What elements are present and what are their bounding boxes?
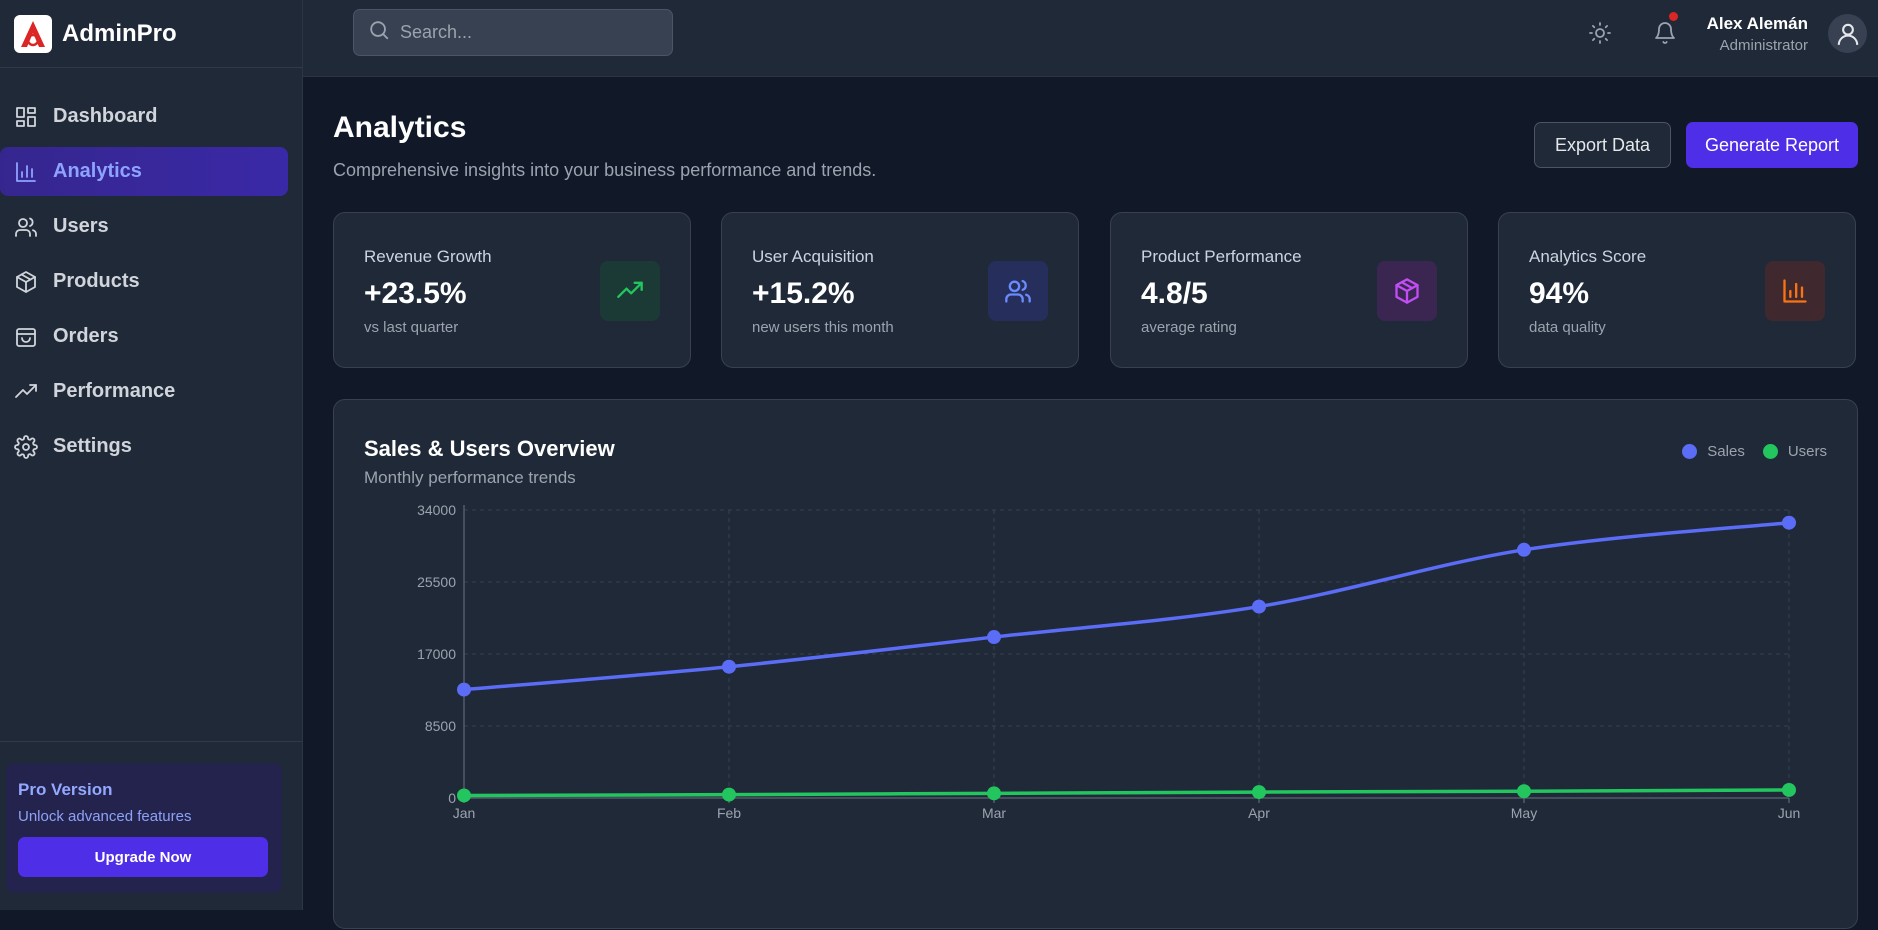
stat-card-revenue-growth: Revenue Growth +23.5% vs last quarter [333, 212, 691, 368]
notification-badge [1669, 12, 1678, 21]
data-point-users [987, 786, 1001, 801]
search-input[interactable] [400, 22, 660, 43]
page-subtitle: Comprehensive insights into your busines… [333, 160, 877, 180]
x-tick-label: Jan [453, 805, 476, 821]
user-role: Administrator [1719, 37, 1808, 54]
data-point-sales [1517, 542, 1531, 557]
y-tick-label: 0 [448, 790, 456, 806]
y-tick-label: 34000 [417, 502, 456, 518]
trending-up-icon [600, 261, 660, 321]
export-data-button[interactable]: Export Data [1534, 122, 1671, 168]
x-tick-label: Apr [1248, 805, 1270, 821]
data-point-sales [987, 630, 1001, 645]
data-point-users [722, 787, 736, 802]
x-tick-label: Mar [982, 805, 1006, 821]
sidebar-item-orders[interactable]: Orders [0, 312, 288, 361]
stat-card-product-performance: Product Performance 4.8/5 average rating [1110, 212, 1468, 368]
sidebar-item-label: Users [53, 215, 109, 237]
notification-bell-icon[interactable] [1650, 12, 1680, 48]
main-content: Analytics Comprehensive insights into yo… [303, 77, 1878, 929]
users-icon [13, 214, 39, 240]
avatar[interactable] [1828, 14, 1867, 53]
pro-title: Pro Version [18, 780, 113, 799]
bar-chart-icon [13, 159, 39, 185]
pro-version-card: Pro Version Unlock advanced features Upg… [6, 763, 282, 893]
data-point-users [1517, 784, 1531, 799]
sidebar-item-dashboard[interactable]: Dashboard [0, 92, 288, 141]
stat-note: new users this month [752, 319, 894, 336]
sidebar-item-label: Products [53, 270, 140, 292]
stat-card-user-acquisition: User Acquisition +15.2% new users this m… [721, 212, 1079, 368]
y-tick-label: 25500 [417, 574, 456, 590]
sidebar-item-label: Dashboard [53, 105, 158, 127]
box-icon [1377, 261, 1437, 321]
brand[interactable]: AdminPro [0, 0, 302, 68]
data-point-users [1252, 785, 1266, 800]
x-tick-label: Jun [1778, 805, 1801, 821]
trending-up-icon [13, 379, 39, 405]
sidebar-item-performance[interactable]: Performance [0, 367, 288, 416]
sidebar-nav: Dashboard Analytics Users Products Order… [0, 68, 302, 471]
y-tick-label: 8500 [425, 718, 456, 734]
data-point-users [457, 788, 471, 803]
search-icon [368, 19, 390, 46]
box-icon [13, 269, 39, 295]
data-point-sales [722, 659, 736, 674]
user-icon [1837, 23, 1858, 45]
stat-card-analytics-score: Analytics Score 94% data quality [1498, 212, 1856, 368]
data-point-sales [1782, 515, 1796, 530]
data-point-users [1782, 782, 1796, 797]
sidebar: AdminPro Dashboard Analytics Users Produ… [0, 0, 303, 910]
data-point-sales [457, 682, 471, 697]
sidebar-item-label: Orders [53, 325, 119, 347]
upgrade-now-button[interactable]: Upgrade Now [18, 837, 268, 877]
pro-subtitle: Unlock advanced features [18, 808, 192, 825]
line-chart: 0 8500 17000 25500 34000 Jan Feb Mar Apr May Jun [417, 502, 1801, 821]
sales-users-chart-card: Sales & Users Overview Monthly performan… [333, 399, 1858, 929]
shopping-bag-icon [13, 324, 39, 350]
data-point-sales [1252, 599, 1266, 614]
series-line-users [463, 788, 1790, 798]
sidebar-item-label: Settings [53, 435, 132, 457]
top-header: Alex Alemán Administrator [303, 0, 1878, 77]
generate-report-button[interactable]: Generate Report [1686, 122, 1858, 168]
gear-icon [13, 434, 39, 460]
app-name: AdminPro [62, 19, 177, 47]
series-line-sales [463, 520, 1790, 692]
x-tick-label: Feb [717, 805, 741, 821]
users-icon [988, 261, 1048, 321]
dashboard-icon [13, 104, 39, 130]
sidebar-divider [0, 741, 303, 742]
search-box[interactable] [353, 9, 673, 56]
logo-icon [14, 14, 52, 53]
theme-toggle-sun-icon[interactable] [1585, 18, 1615, 48]
x-tick-label: May [1511, 805, 1537, 821]
sidebar-item-users[interactable]: Users [0, 202, 288, 251]
sidebar-item-analytics[interactable]: Analytics [0, 147, 288, 196]
sidebar-item-settings[interactable]: Settings [0, 422, 288, 471]
page-title: Analytics [333, 111, 467, 144]
stat-note: vs last quarter [364, 319, 459, 336]
sidebar-item-products[interactable]: Products [0, 257, 288, 306]
sidebar-item-label: Performance [53, 380, 176, 402]
sidebar-item-label: Analytics [53, 160, 142, 182]
y-tick-label: 17000 [417, 646, 456, 662]
stat-note: average rating [1141, 319, 1237, 336]
bar-chart-icon [1765, 261, 1825, 321]
user-name[interactable]: Alex Alemán [1707, 14, 1808, 34]
stat-note: data quality [1529, 319, 1606, 336]
